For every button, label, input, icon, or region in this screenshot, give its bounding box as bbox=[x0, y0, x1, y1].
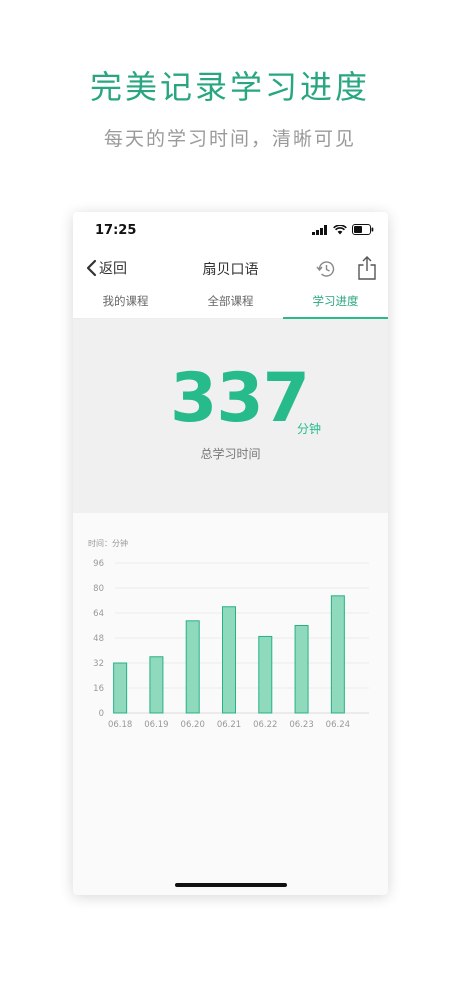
summary-panel: 337 分钟 总学习时间 bbox=[73, 319, 388, 513]
x-tick-label: 06.23 bbox=[289, 720, 313, 730]
bar bbox=[149, 656, 164, 714]
bar-chart: 时间：分钟 0 16 32 48 64 80 96 06.18 06.19 06.20 06.21 06… bbox=[88, 538, 369, 730]
chevron-left-icon bbox=[86, 259, 97, 277]
back-button[interactable]: 返回 bbox=[85, 258, 127, 278]
total-minutes: 337 bbox=[170, 359, 310, 438]
navigation-bar: 返回 扇贝口语 bbox=[73, 250, 388, 288]
signal-icon bbox=[312, 224, 327, 235]
history-icon[interactable] bbox=[314, 257, 338, 281]
bar bbox=[185, 620, 200, 714]
phone-screen: 17:25 返回 扇贝口语 我的课程 全部课程 学习进度 337 分钟 总学习时… bbox=[73, 212, 388, 895]
bar bbox=[222, 606, 236, 714]
status-bar: 17:25 bbox=[73, 212, 388, 250]
tab-study-progress[interactable]: 学习进度 bbox=[283, 288, 388, 319]
battery-icon bbox=[352, 224, 374, 235]
x-tick-label: 06.18 bbox=[108, 720, 132, 730]
status-time: 17:25 bbox=[95, 223, 137, 238]
total-unit: 分钟 bbox=[297, 422, 322, 436]
x-tick-label: 06.20 bbox=[181, 720, 205, 730]
y-tick-label: 16 bbox=[93, 684, 104, 694]
x-tick-label: 06.24 bbox=[326, 720, 350, 730]
share-icon[interactable] bbox=[356, 255, 378, 281]
status-icons bbox=[312, 224, 374, 235]
wifi-icon bbox=[333, 224, 347, 234]
y-tick-label: 96 bbox=[93, 559, 104, 569]
back-label: 返回 bbox=[99, 261, 127, 277]
y-tick-label: 80 bbox=[93, 584, 104, 594]
home-indicator bbox=[175, 883, 287, 887]
y-tick-label: 32 bbox=[93, 659, 104, 669]
y-tick-label: 64 bbox=[93, 609, 104, 619]
bar bbox=[330, 595, 345, 714]
promo-subtitle: 每天的学习时间，清晰可见 bbox=[103, 128, 356, 150]
y-tick-label: 48 bbox=[93, 634, 104, 644]
x-tick-label: 06.19 bbox=[144, 720, 168, 730]
tab-my-courses[interactable]: 我的课程 bbox=[73, 288, 178, 318]
bar bbox=[113, 662, 128, 714]
study-time-chart: 时间：分钟 0 16 32 48 64 80 96 06.18 06.19 06.20 06.21 06… bbox=[73, 513, 388, 868]
tab-bar: 我的课程 全部课程 学习进度 bbox=[73, 288, 388, 319]
tab-all-courses[interactable]: 全部课程 bbox=[178, 288, 283, 318]
chart-unit-label: 时间：分钟 bbox=[88, 538, 128, 548]
x-tick-label: 06.22 bbox=[253, 720, 277, 730]
promo-title: 完美记录学习进度 bbox=[89, 68, 370, 106]
y-tick-label: 0 bbox=[99, 709, 104, 719]
bar bbox=[294, 625, 309, 714]
total-label: 总学习时间 bbox=[200, 447, 261, 461]
bar bbox=[258, 635, 273, 714]
x-tick-label: 06.21 bbox=[217, 720, 241, 730]
